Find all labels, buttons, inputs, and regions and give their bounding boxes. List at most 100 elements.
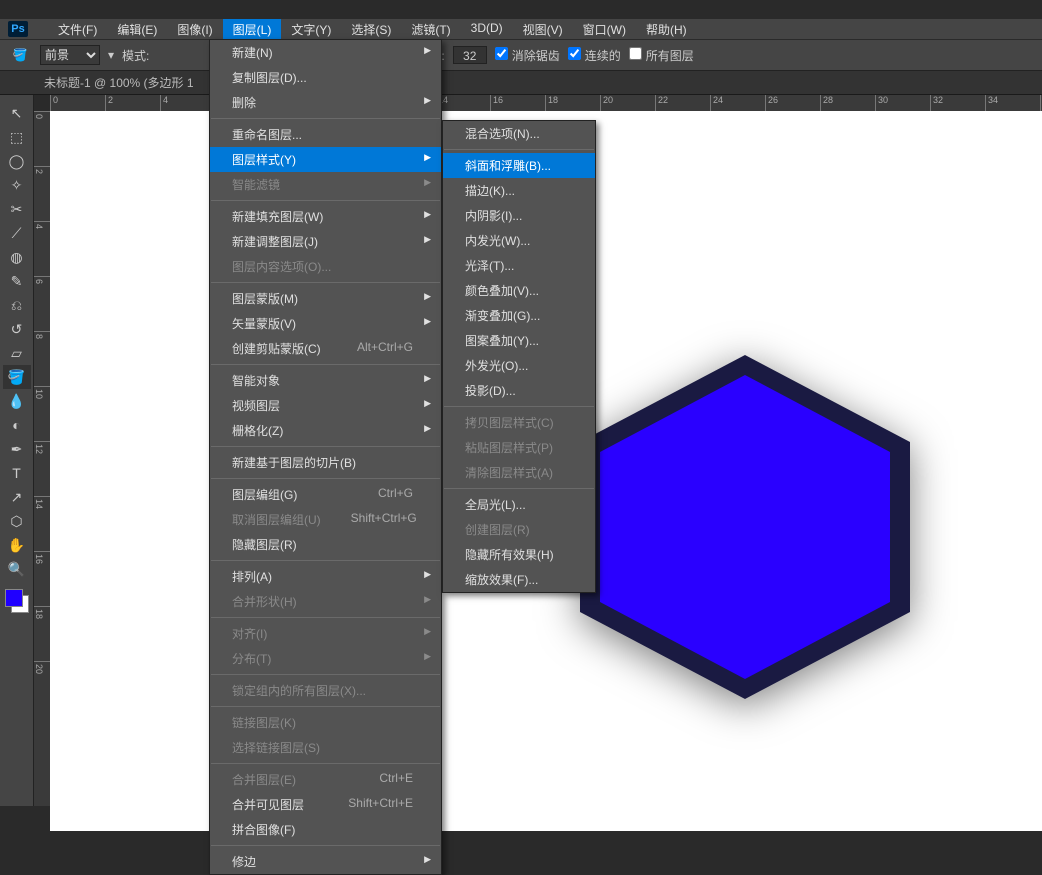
menu-item: 分布(T): [210, 646, 441, 671]
healing-tool[interactable]: ◍: [3, 245, 31, 269]
color-swatch[interactable]: [5, 589, 29, 613]
menu-item[interactable]: 文件(F): [48, 19, 107, 40]
menu-item[interactable]: 复制图层(D)...: [210, 65, 441, 90]
menu-separator: [211, 118, 440, 119]
menu-separator: [211, 706, 440, 707]
foreground-select[interactable]: 前景: [40, 45, 100, 65]
marquee-tool[interactable]: ⬚: [3, 125, 31, 149]
layer-menu-dropdown: 新建(N)复制图层(D)...删除重命名图层...图层样式(Y)智能滤镜新建填充…: [209, 39, 442, 875]
menu-separator: [211, 763, 440, 764]
menu-separator: [211, 200, 440, 201]
menu-item[interactable]: 新建(N): [210, 40, 441, 65]
bucket-tool-icon: 🪣: [8, 43, 32, 67]
menu-item[interactable]: 创建剪贴蒙版(C)Alt+Ctrl+G: [210, 336, 441, 361]
menu-item[interactable]: 投影(D)...: [443, 378, 595, 403]
eraser-tool[interactable]: ▱: [3, 341, 31, 365]
wand-tool[interactable]: ✧: [3, 173, 31, 197]
menu-item[interactable]: 删除: [210, 90, 441, 115]
menu-item[interactable]: 渐变叠加(G)...: [443, 303, 595, 328]
menu-item: 拷贝图层样式(C): [443, 410, 595, 435]
menu-item[interactable]: 缩放效果(F)...: [443, 567, 595, 592]
menu-item[interactable]: 颜色叠加(V)...: [443, 278, 595, 303]
menu-separator: [444, 488, 594, 489]
menu-item[interactable]: 描边(K)...: [443, 178, 595, 203]
menu-separator: [211, 617, 440, 618]
menu-item[interactable]: 选择(S): [341, 19, 401, 40]
blur-tool[interactable]: 💧: [3, 389, 31, 413]
lasso-tool[interactable]: ◯: [3, 149, 31, 173]
document-tab[interactable]: 未标题-1 @ 100% (多边形 1: [44, 74, 194, 91]
menu-item[interactable]: 光泽(T)...: [443, 253, 595, 278]
hand-tool[interactable]: ✋: [3, 533, 31, 557]
menu-separator: [211, 845, 440, 846]
menu-item: 选择链接图层(S): [210, 735, 441, 760]
menu-item[interactable]: 拼合图像(F): [210, 817, 441, 842]
path-select-tool[interactable]: ↗: [3, 485, 31, 509]
menu-item[interactable]: 矢量蒙版(V): [210, 311, 441, 336]
menu-item[interactable]: 图层蒙版(M): [210, 286, 441, 311]
crop-tool[interactable]: ✂: [3, 197, 31, 221]
menu-item: 智能滤镜: [210, 172, 441, 197]
menu-item[interactable]: 混合选项(N)...: [443, 121, 595, 146]
document-tabbar: 未标题-1 @ 100% (多边形 1: [0, 71, 1042, 95]
brush-tool[interactable]: ✎: [3, 269, 31, 293]
menu-item[interactable]: 编辑(E): [107, 19, 167, 40]
stamp-tool[interactable]: ⎌: [3, 293, 31, 317]
tools-panel: ↖⬚◯✧✂⟋◍✎⎌↺▱🪣💧◐✒T↗⬡✋🔍: [0, 95, 34, 806]
history-brush-tool[interactable]: ↺: [3, 317, 31, 341]
menu-item[interactable]: 隐藏图层(R): [210, 532, 441, 557]
shape-tool[interactable]: ⬡: [3, 509, 31, 533]
menu-item[interactable]: 图像(I): [167, 19, 222, 40]
menu-item[interactable]: 合并可见图层Shift+Ctrl+E: [210, 792, 441, 817]
menu-item[interactable]: 隐藏所有效果(H): [443, 542, 595, 567]
move-tool[interactable]: ↖: [3, 101, 31, 125]
contiguous-checkbox[interactable]: 连续的: [568, 47, 621, 64]
foreground-color-icon[interactable]: [5, 589, 23, 607]
menu-item[interactable]: 新建调整图层(J): [210, 229, 441, 254]
menu-item[interactable]: 智能对象: [210, 368, 441, 393]
menu-item[interactable]: 窗口(W): [573, 19, 636, 40]
menu-item[interactable]: 全局光(L)...: [443, 492, 595, 517]
menu-item[interactable]: 图层样式(Y): [210, 147, 441, 172]
menu-item[interactable]: 图层编组(G)Ctrl+G: [210, 482, 441, 507]
menu-item[interactable]: 视频图层: [210, 393, 441, 418]
menu-item: 取消图层编组(U)Shift+Ctrl+G: [210, 507, 441, 532]
zoom-tool[interactable]: 🔍: [3, 557, 31, 581]
menu-item: 合并图层(E)Ctrl+E: [210, 767, 441, 792]
window-titlebar: [0, 0, 1042, 19]
menu-item[interactable]: 斜面和浮雕(B)...: [443, 153, 595, 178]
menu-item[interactable]: 内阴影(I)...: [443, 203, 595, 228]
paint-bucket-tool[interactable]: 🪣: [3, 365, 31, 389]
pen-tool[interactable]: ✒: [3, 437, 31, 461]
menu-item: 对齐(I): [210, 621, 441, 646]
menu-item[interactable]: 新建填充图层(W): [210, 204, 441, 229]
menu-item[interactable]: 排列(A): [210, 564, 441, 589]
menu-item[interactable]: 栅格化(Z): [210, 418, 441, 443]
menu-separator: [211, 282, 440, 283]
menu-item[interactable]: 重命名图层...: [210, 122, 441, 147]
menu-separator: [211, 674, 440, 675]
menu-item[interactable]: 修边: [210, 849, 441, 874]
menu-item[interactable]: 文字(Y): [281, 19, 341, 40]
menu-item[interactable]: 视图(V): [513, 19, 573, 40]
vertical-ruler: 02468101214161820: [34, 111, 50, 806]
menu-item: 合并形状(H): [210, 589, 441, 614]
eyedropper-tool[interactable]: ⟋: [3, 221, 31, 245]
menu-item[interactable]: 内发光(W)...: [443, 228, 595, 253]
menu-item[interactable]: 外发光(O)...: [443, 353, 595, 378]
tolerance-value[interactable]: 32: [453, 46, 487, 64]
options-bar: 🪣 前景 ▾ 模式: 容差: 32 消除锯齿 连续的 所有图层: [0, 39, 1042, 71]
menu-item[interactable]: 3D(D): [461, 19, 513, 40]
menu-item: 链接图层(K): [210, 710, 441, 735]
all-layers-checkbox[interactable]: 所有图层: [629, 47, 694, 64]
type-tool[interactable]: T: [3, 461, 31, 485]
menu-separator: [444, 149, 594, 150]
menu-item[interactable]: 图层(L): [223, 19, 282, 40]
menu-item[interactable]: 新建基于图层的切片(B): [210, 450, 441, 475]
menu-item[interactable]: 帮助(H): [636, 19, 697, 40]
antialias-checkbox[interactable]: 消除锯齿: [495, 47, 560, 64]
menu-item[interactable]: 滤镜(T): [401, 19, 460, 40]
menu-item: 清除图层样式(A): [443, 460, 595, 485]
menu-item[interactable]: 图案叠加(Y)...: [443, 328, 595, 353]
dodge-tool[interactable]: ◐: [3, 413, 31, 437]
